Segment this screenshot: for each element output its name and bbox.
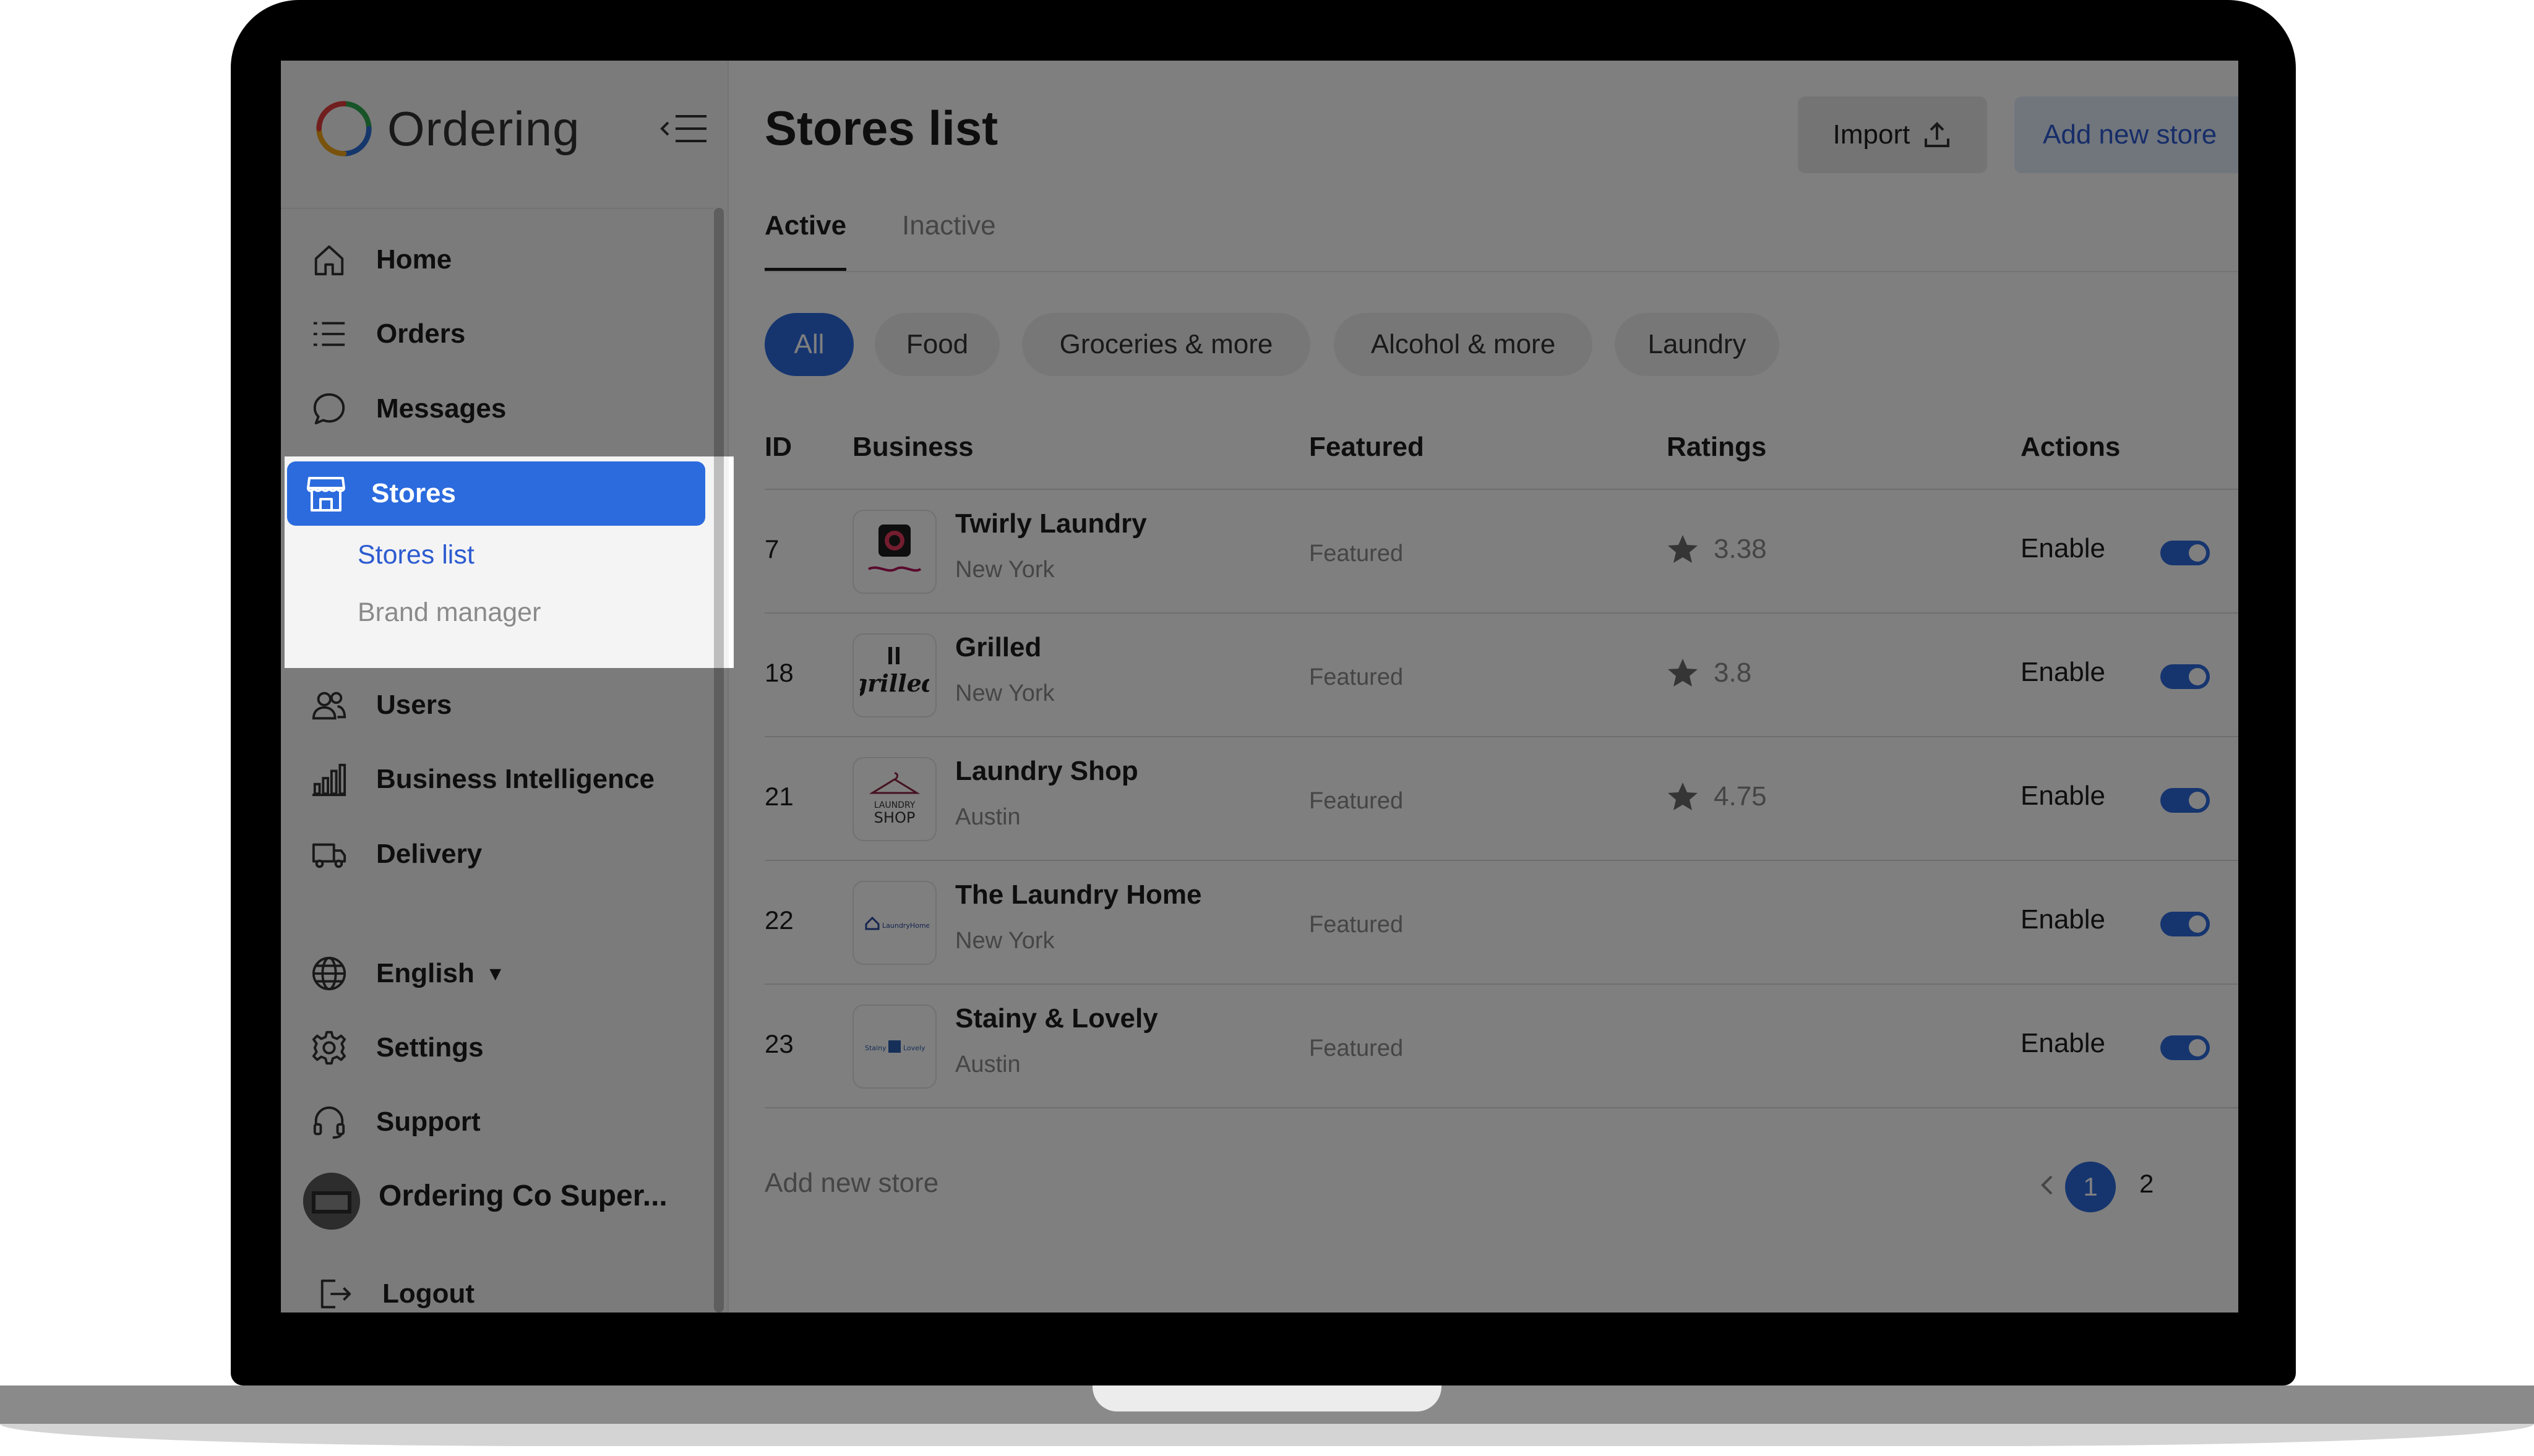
store-icon [307, 477, 345, 512]
laptop-lip [0, 1424, 2534, 1446]
dim-overlay [281, 668, 2238, 1313]
dim-overlay [281, 61, 2238, 456]
laptop-notch [1093, 1385, 1441, 1411]
sidebar-item-stores[interactable]: Stores [287, 461, 705, 526]
dim-overlay [734, 456, 2238, 668]
submenu-stores-list[interactable]: Stores list [358, 540, 475, 570]
sidebar-item-label: Stores [371, 478, 456, 508]
app-screen: Ordering Home Orders Messages Stores [281, 61, 2238, 1313]
dim-overlay [281, 456, 285, 668]
submenu-brand-manager[interactable]: Brand manager [358, 597, 541, 628]
